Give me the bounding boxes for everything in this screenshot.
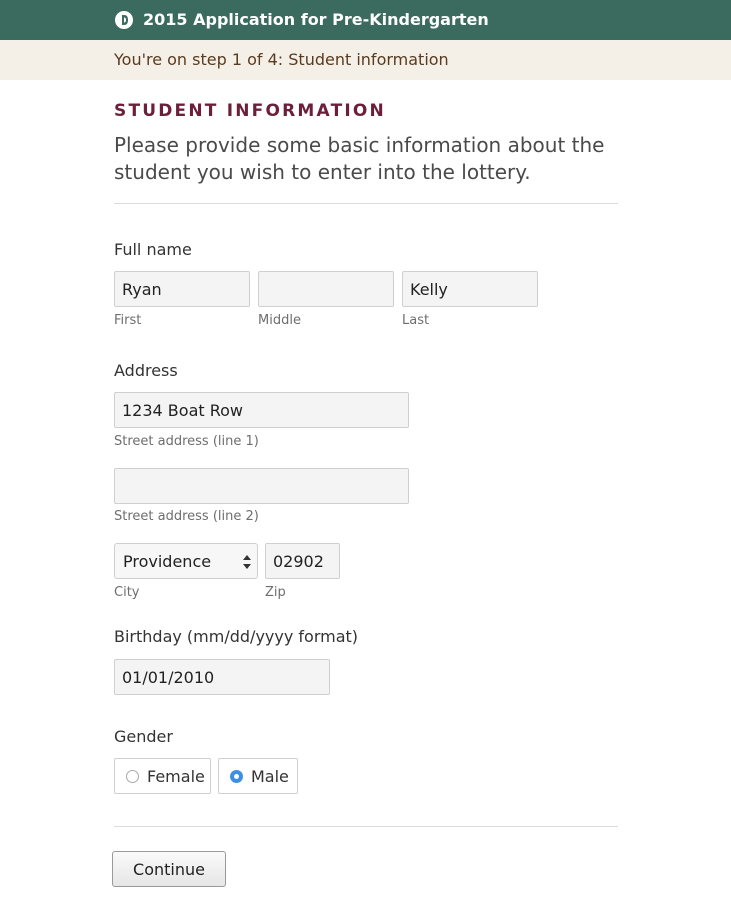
first-name-value: Ryan <box>122 279 162 299</box>
gender-male-label: Male <box>251 766 289 786</box>
city-hint: City <box>114 585 140 600</box>
gender-option-female[interactable]: Female <box>114 758 211 794</box>
app-header: 2015 Application for Pre-Kindergarten <box>0 0 731 40</box>
street-line2-hint: Street address (line 2) <box>114 509 259 524</box>
step-indicator: You're on step 1 of 4: Student informati… <box>0 40 731 80</box>
last-name-value: Kelly <box>410 279 448 299</box>
section-heading: STUDENT INFORMATION <box>114 101 386 121</box>
city-select[interactable]: Providence <box>114 543 258 579</box>
last-name-input[interactable]: Kelly <box>402 271 538 307</box>
select-arrows-icon <box>243 555 251 569</box>
radio-checked-icon[interactable] <box>230 769 243 783</box>
middle-name-hint: Middle <box>258 313 301 328</box>
section-intro: Please provide some basic information ab… <box>114 133 605 184</box>
zip-hint: Zip <box>265 585 286 600</box>
address-label: Address <box>114 361 178 380</box>
gender-option-male[interactable]: Male <box>218 758 298 794</box>
birthday-value: 01/01/2010 <box>122 667 215 687</box>
street-line1-hint: Street address (line 1) <box>114 434 259 449</box>
zip-value: 02902 <box>273 551 324 571</box>
city-value: Providence <box>123 551 212 571</box>
birthday-label: Birthday (mm/dd/yyyy format) <box>114 627 359 646</box>
first-name-hint: First <box>114 313 142 328</box>
full-name-label: Full name <box>114 240 192 259</box>
gender-label: Gender <box>114 727 173 746</box>
divider <box>114 203 618 204</box>
zip-input[interactable]: 02902 <box>265 543 340 579</box>
last-name-hint: Last <box>402 313 430 328</box>
birthday-input[interactable]: 01/01/2010 <box>114 659 330 695</box>
step-text: You're on step 1 of 4: Student informati… <box>114 50 449 69</box>
gender-female-label: Female <box>147 766 205 786</box>
middle-name-input[interactable] <box>258 271 394 307</box>
street-line1-input[interactable]: 1234 Boat Row <box>114 392 409 428</box>
logo-icon <box>115 11 133 29</box>
continue-button[interactable]: Continue <box>112 851 226 887</box>
street-line2-input[interactable] <box>114 468 409 504</box>
app-title: 2015 Application for Pre-Kindergarten <box>143 10 489 29</box>
first-name-input[interactable]: Ryan <box>114 271 250 307</box>
divider <box>114 826 618 827</box>
radio-unchecked-icon[interactable] <box>126 769 139 783</box>
street-line1-value: 1234 Boat Row <box>122 400 244 420</box>
